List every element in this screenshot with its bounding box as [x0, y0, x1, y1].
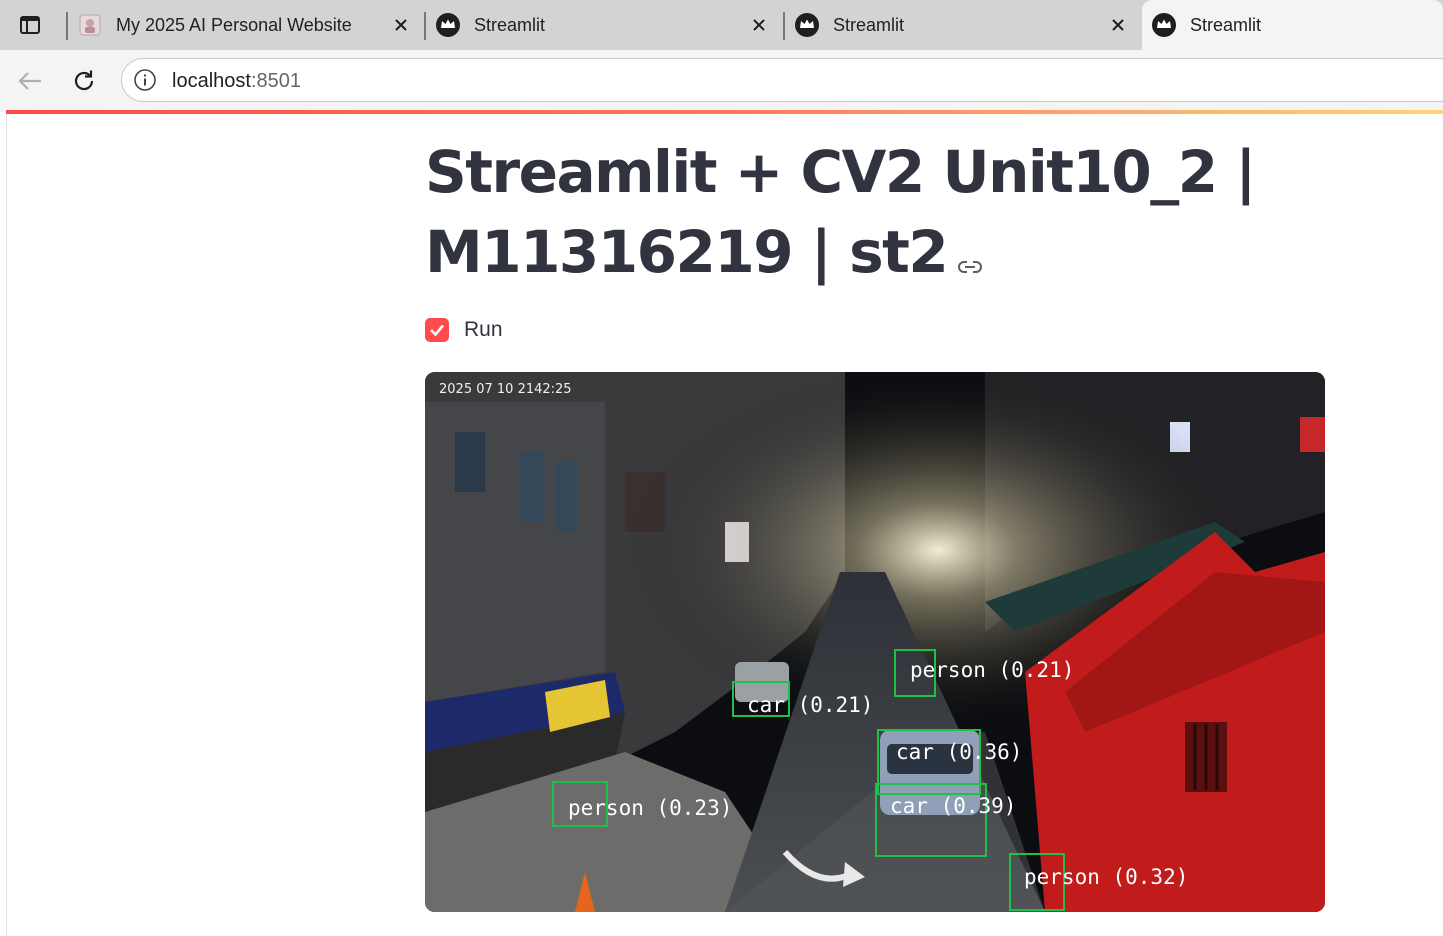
run-label: Run: [464, 318, 503, 341]
url-host: localhost: [172, 70, 251, 92]
url-port: :8501: [250, 70, 301, 92]
tab-title: Streamlit: [474, 14, 546, 35]
tab-search-icon[interactable]: [14, 9, 46, 41]
streamlit-crown-icon: [795, 13, 819, 37]
reload-icon[interactable]: [67, 64, 101, 98]
street-scene-image: 2025 07 10 2142:25 person (0.21) car (0.…: [425, 372, 1325, 912]
url-text: localhost:8501: [172, 70, 301, 93]
tab-streamlit-active[interactable]: Streamlit: [1142, 0, 1443, 50]
site-info-icon[interactable]: [133, 68, 157, 92]
checkbox-checked-icon[interactable]: [425, 318, 449, 342]
tab-title: Streamlit: [833, 14, 905, 35]
detection-label: car (0.36): [896, 740, 1022, 764]
detection-label: person (0.32): [1024, 865, 1188, 889]
close-tab-icon[interactable]: [389, 13, 413, 37]
tab-streamlit-2[interactable]: Streamlit: [785, 0, 1140, 50]
detection-label: car (0.21): [747, 693, 873, 717]
tab-title: My 2025 AI Personal Website: [116, 14, 352, 35]
address-bar[interactable]: localhost:8501: [121, 58, 1443, 102]
tab-personal-website[interactable]: My 2025 AI Personal Website: [68, 0, 423, 50]
tab-streamlit-1[interactable]: Streamlit: [426, 0, 781, 50]
back-arrow-icon[interactable]: [13, 64, 47, 98]
run-checkbox[interactable]: Run: [425, 316, 503, 344]
page-title: Streamlit + CV2 Unit10_2 | M11316219 | s…: [425, 132, 1305, 296]
detection-label: car (0.39): [890, 794, 1016, 818]
website-favicon-icon: [78, 13, 102, 37]
video-timestamp: 2025 07 10 2142:25: [439, 382, 572, 397]
title-line-1: Streamlit + CV2 Unit10_2 |: [425, 138, 1256, 206]
video-frame: 2025 07 10 2142:25 person (0.21) car (0.…: [425, 372, 1325, 912]
detection-label: person (0.23): [568, 796, 732, 820]
tab-title: Streamlit: [1190, 14, 1262, 35]
link-icon[interactable]: [957, 216, 983, 296]
title-line-2: M11316219 | st2: [425, 218, 949, 286]
streamlit-crown-icon: [1152, 13, 1176, 37]
streamlit-crown-icon: [436, 13, 460, 37]
close-tab-icon[interactable]: [1106, 13, 1130, 37]
close-tab-icon[interactable]: [747, 13, 771, 37]
tab-bar: My 2025 AI Personal Website Streamlit St…: [0, 0, 1443, 50]
detection-label: person (0.21): [910, 658, 1074, 682]
streamlit-header-decoration: [6, 110, 1443, 114]
